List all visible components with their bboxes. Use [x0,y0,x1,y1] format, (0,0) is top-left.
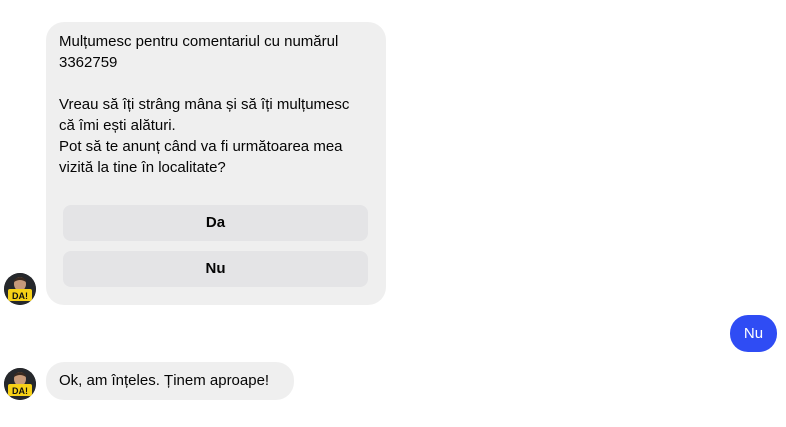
bot-message-text: Mulțumesc pentru comentariul cu numărul … [59,33,350,176]
user-reply-text: Nu [743,325,764,342]
user-reply-bubble: Nu [730,315,777,352]
avatar-badge-text: DA! [12,291,28,301]
avatar[interactable]: DA! [4,273,36,305]
bot-reply-bubble: Ok, am înțeles. Ținem aproape! [46,362,294,400]
avatar-badge-text: DA! [12,386,28,396]
bot-message-bubble: Mulțumesc pentru comentariul cu numărul … [46,22,386,305]
quick-reply-da-button[interactable]: Da [63,205,368,241]
quick-reply-nu-button[interactable]: Nu [63,251,368,287]
avatar[interactable]: DA! [4,368,36,400]
bot-reply-text: Ok, am înțeles. Ținem aproape! [59,372,270,389]
chat-thread: Mulțumesc pentru comentariul cu numărul … [0,0,786,427]
profile-avatar-icon: DA! [4,273,36,305]
profile-avatar-icon: DA! [4,368,36,400]
